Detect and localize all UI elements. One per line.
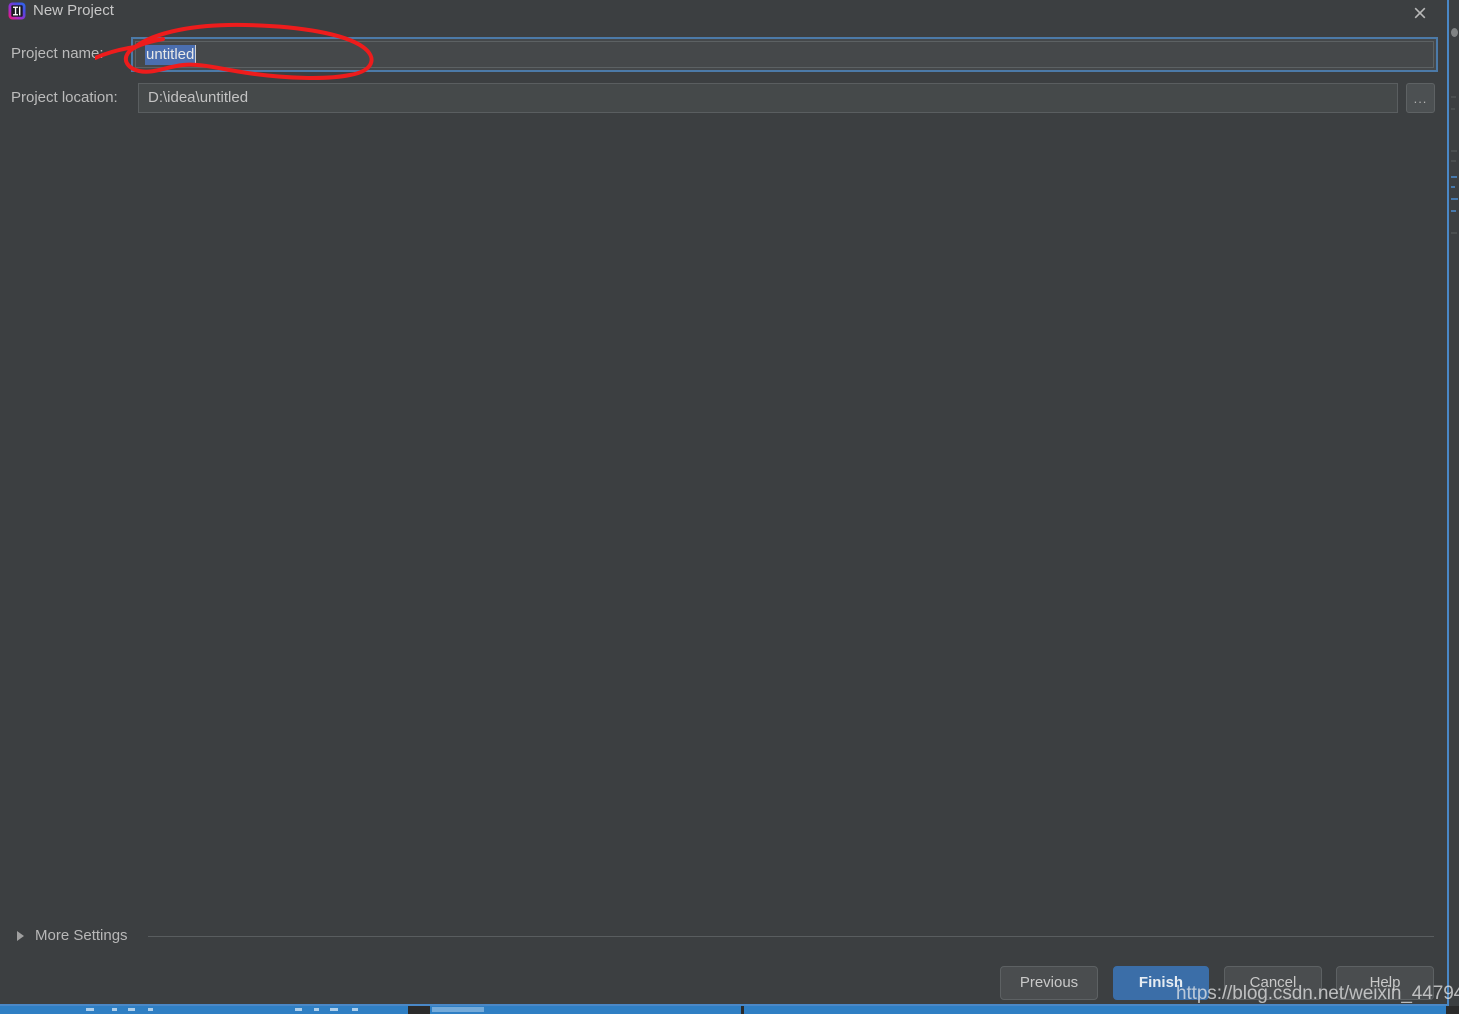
ide-ghost-glyph: [1451, 96, 1456, 98]
ide-status-bar-strip: [0, 1006, 1459, 1014]
ide-ghost-glyph: [1451, 108, 1455, 110]
status-glyph: [432, 1007, 484, 1012]
status-gap: [741, 1006, 744, 1014]
status-glyph: [352, 1008, 358, 1011]
new-project-dialog: New Project Project name: untitled Proje…: [0, 0, 1459, 1006]
project-name-row: Project name: untitled: [0, 37, 1449, 72]
ide-right-strip: [1449, 0, 1459, 1014]
ide-ghost-glyph: [1451, 150, 1457, 152]
status-gap: [408, 1006, 430, 1014]
status-glyph: [112, 1008, 117, 1011]
section-separator: [148, 936, 1434, 937]
project-name-label: Project name:: [11, 45, 104, 62]
more-settings-label[interactable]: More Settings: [35, 925, 128, 947]
status-glyph: [148, 1008, 153, 1011]
project-name-input-inner[interactable]: untitled: [135, 41, 1434, 68]
watermark-text: https://blog.csdn.net/weixin_44794718: [1176, 983, 1459, 1004]
dialog-title: New Project: [33, 2, 114, 19]
status-glyph: [128, 1008, 135, 1011]
previous-button[interactable]: Previous: [1000, 966, 1098, 1000]
project-name-value: untitled: [145, 45, 196, 65]
project-location-row: Project location: D:\idea\untitled ...: [0, 81, 1449, 115]
project-location-input[interactable]: D:\idea\untitled: [138, 83, 1398, 113]
status-glyph: [314, 1008, 319, 1011]
status-gap: [1446, 1006, 1459, 1014]
intellij-idea-logo-icon: [8, 2, 26, 20]
project-location-label: Project location:: [11, 89, 118, 106]
browse-folder-button[interactable]: ...: [1406, 83, 1435, 113]
ide-ghost-glyph: [1451, 28, 1458, 37]
close-icon[interactable]: [1405, 0, 1435, 24]
ide-ghost-glyph: [1451, 232, 1457, 234]
more-settings-section[interactable]: More Settings: [0, 925, 1449, 951]
ide-ghost-glyph: [1451, 176, 1457, 178]
ide-ghost-glyph: [1451, 198, 1458, 200]
status-glyph: [86, 1008, 94, 1011]
text-caret: [195, 45, 196, 65]
project-name-input[interactable]: untitled: [131, 37, 1438, 72]
ide-ghost-glyph: [1451, 186, 1455, 188]
ide-ghost-glyph: [1451, 210, 1456, 212]
dialog-titlebar: New Project: [0, 0, 1447, 30]
ide-ghost-glyph: [1451, 160, 1456, 162]
status-glyph: [330, 1008, 338, 1011]
status-glyph: [295, 1008, 302, 1011]
ellipsis-icon: ...: [1413, 91, 1428, 106]
triangle-right-icon[interactable]: [17, 931, 24, 941]
